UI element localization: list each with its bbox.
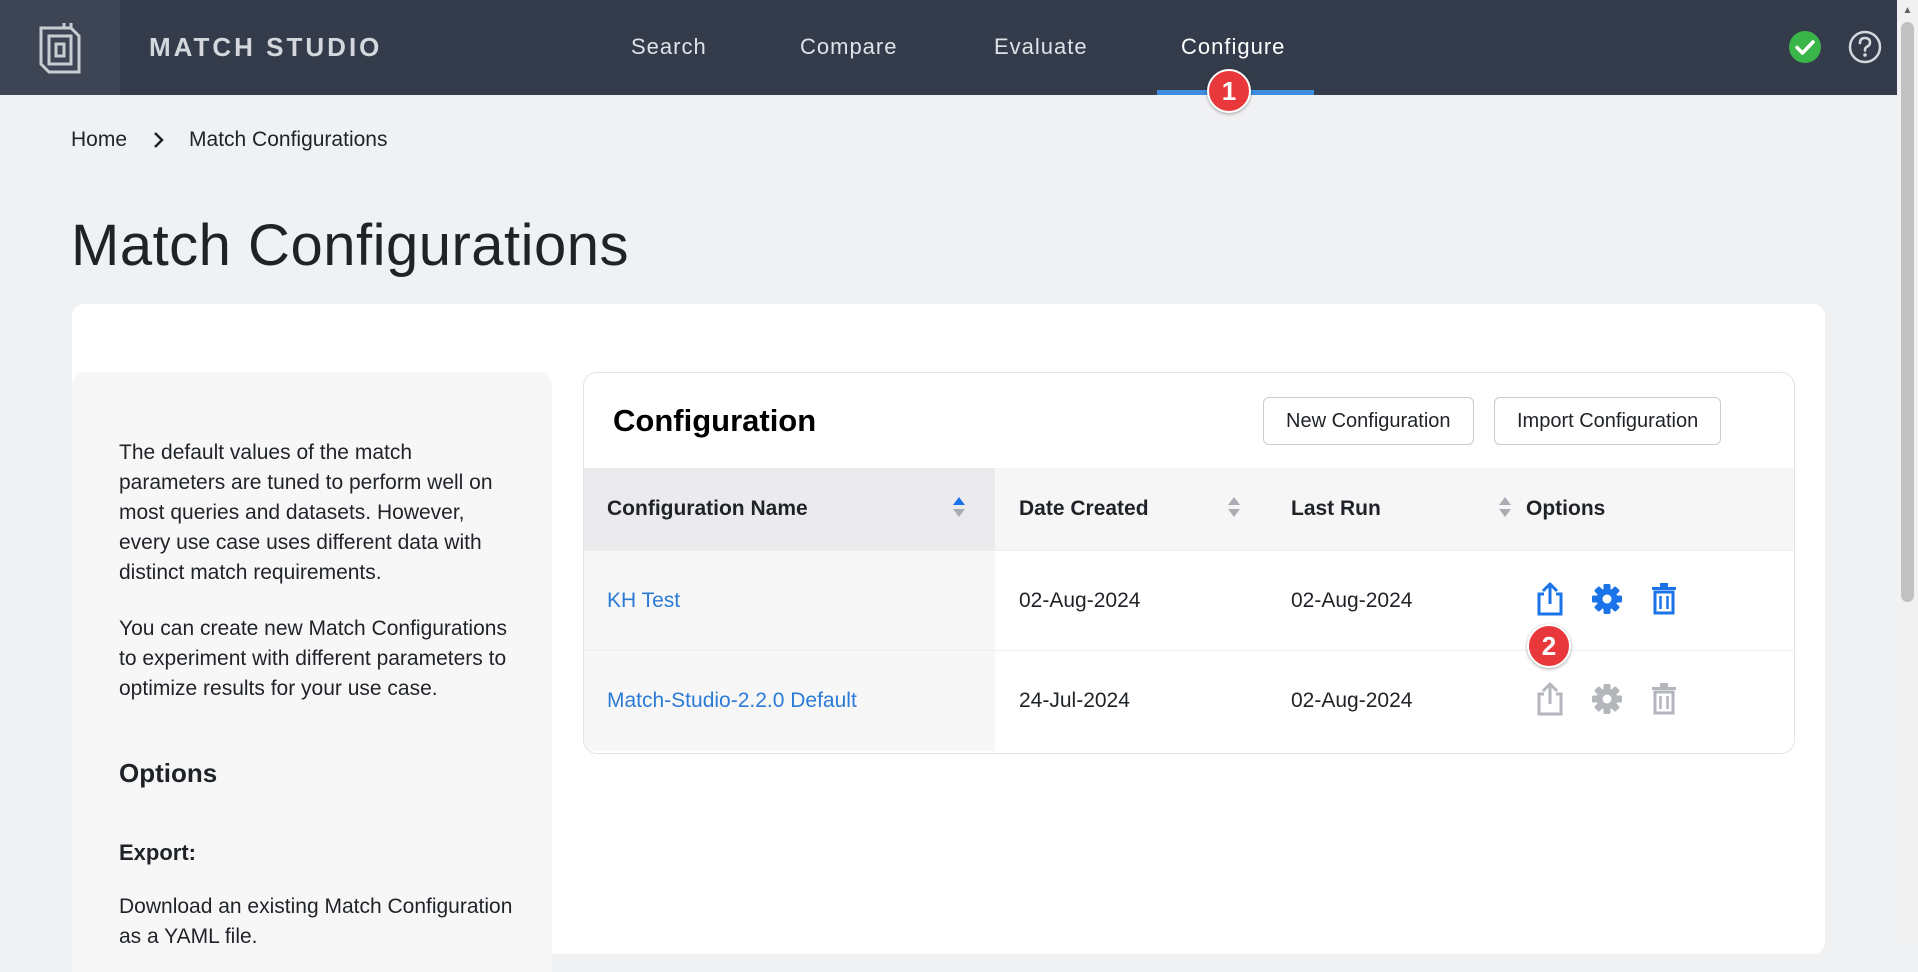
brand-name: MATCH STUDIO	[149, 32, 383, 62]
top-navigation-bar: MATCH STUDIO Search Compare Evaluate Con…	[0, 0, 1897, 95]
match-studio-logo-icon	[39, 22, 81, 73]
column-header-name[interactable]: Configuration Name	[607, 494, 808, 524]
trash-icon[interactable]	[1648, 581, 1680, 617]
column-header-last-run[interactable]: Last Run	[1291, 494, 1381, 524]
gear-icon	[1592, 684, 1622, 714]
configuration-card: Configuration New Configuration Import C…	[583, 372, 1795, 754]
configuration-title: Configuration	[613, 403, 817, 438]
page-title: Match Configurations	[71, 213, 630, 278]
export-heading: Export:	[119, 840, 196, 865]
table-row: Match-Studio-2.2.0 Default 24-Jul-2024 0…	[584, 650, 1794, 751]
breadcrumb-home[interactable]: Home	[71, 128, 127, 152]
table-row: KH Test 02-Aug-2024 02-Aug-2024	[584, 550, 1794, 651]
sort-icon[interactable]	[1498, 495, 1512, 519]
column-header-date-created[interactable]: Date Created	[1019, 494, 1149, 524]
scroll-up-arrow-icon[interactable]: ▲	[1897, 0, 1918, 21]
annotation-marker-2: 2	[1527, 624, 1571, 668]
nav-evaluate[interactable]: Evaluate	[994, 30, 1088, 64]
logo[interactable]	[0, 0, 120, 95]
nav-search[interactable]: Search	[631, 30, 707, 64]
chevron-right-icon	[153, 131, 165, 149]
column-header-options: Options	[1526, 497, 1606, 520]
scrollbar-thumb[interactable]	[1901, 22, 1914, 602]
info-paragraph-defaults: The default values of the match paramete…	[119, 441, 493, 584]
question-circle-icon[interactable]	[1847, 29, 1883, 65]
last-run-cell: 02-Aug-2024	[1291, 589, 1413, 612]
configuration-name-link[interactable]: Match-Studio-2.2.0 Default	[607, 685, 857, 717]
table-header: Configuration Name Date Created Last Run…	[584, 468, 1794, 550]
new-configuration-button[interactable]: New Configuration	[1263, 397, 1474, 445]
gear-icon[interactable]	[1591, 581, 1623, 617]
annotation-marker-1: 1	[1207, 69, 1251, 113]
check-circle-icon	[1789, 31, 1821, 63]
options-heading: Options	[119, 758, 218, 788]
export-icon[interactable]	[1534, 581, 1566, 617]
date-created-cell: 24-Jul-2024	[1019, 689, 1130, 712]
export-description: Download an existing Match Configuration…	[119, 895, 513, 948]
info-side-panel: The default values of the match paramete…	[72, 372, 552, 972]
info-paragraph-create: You can create new Match Configurations …	[119, 617, 507, 700]
last-run-cell: 02-Aug-2024	[1291, 689, 1413, 712]
export-icon	[1537, 682, 1563, 716]
trash-icon	[1652, 683, 1676, 715]
sort-ascending-icon[interactable]	[952, 495, 966, 519]
configuration-name-link[interactable]: KH Test	[607, 585, 680, 617]
nav-configure[interactable]: Configure	[1181, 30, 1285, 64]
sort-icon[interactable]	[1227, 495, 1241, 519]
vertical-scrollbar[interactable]: ▲	[1897, 0, 1918, 940]
import-configuration-button[interactable]: Import Configuration	[1494, 397, 1722, 445]
breadcrumb: Home Match Configurations	[71, 124, 387, 156]
nav-compare[interactable]: Compare	[800, 30, 897, 64]
breadcrumb-current: Match Configurations	[189, 128, 388, 151]
date-created-cell: 02-Aug-2024	[1019, 589, 1141, 612]
